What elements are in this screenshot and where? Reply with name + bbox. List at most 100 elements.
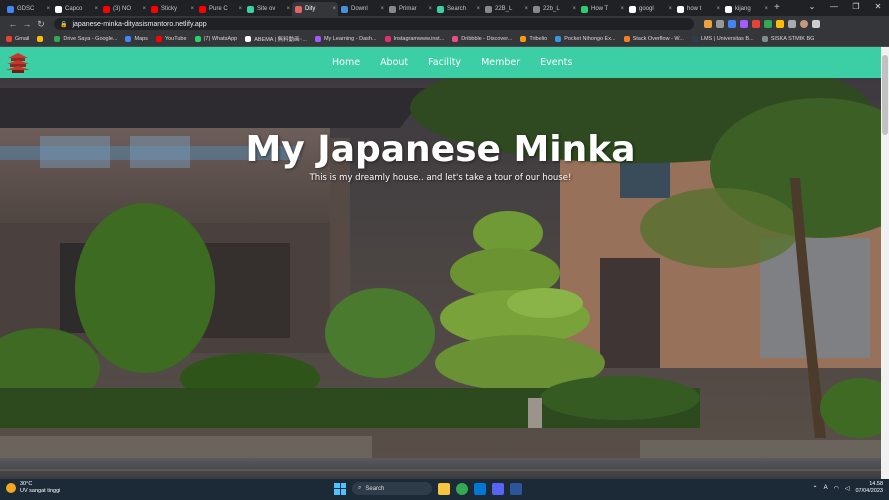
- tab-close-icon[interactable]: ×: [190, 6, 194, 12]
- browser-tab[interactable]: How T ×: [578, 2, 626, 16]
- bookmark-item[interactable]: Gmail: [6, 36, 29, 42]
- chevron-up-icon[interactable]: ⌃: [813, 485, 818, 492]
- file-explorer-icon[interactable]: [438, 482, 450, 495]
- bookmark-item[interactable]: LMS | Universitas B...: [691, 36, 754, 42]
- browser-tab[interactable]: GDSC ×: [4, 2, 52, 16]
- tab-close-icon[interactable]: ×: [572, 6, 576, 12]
- volume-icon[interactable]: ◁: [845, 485, 850, 492]
- bookmark-item[interactable]: Stack Overflow - W...: [623, 36, 684, 42]
- scrollbar-thumb[interactable]: [882, 55, 888, 135]
- vscode-icon[interactable]: [474, 482, 486, 495]
- bookmark-item[interactable]: (7) WhatsApp: [194, 36, 237, 42]
- chevron-down-icon[interactable]: ⌄: [801, 0, 823, 16]
- browser-tab[interactable]: googl ×: [626, 2, 674, 16]
- nav-link-about[interactable]: About: [380, 57, 408, 68]
- bookmark-item[interactable]: Maps: [125, 36, 148, 42]
- tab-close-icon[interactable]: ×: [380, 6, 384, 12]
- minimize-icon[interactable]: —: [823, 0, 845, 16]
- bookmark-item[interactable]: Drive Saya - Google...: [54, 36, 117, 42]
- favicon-icon: [55, 5, 62, 13]
- chrome-icon[interactable]: [456, 482, 468, 495]
- tab-label: googl: [639, 6, 654, 12]
- bookmark-item[interactable]: Tribelio: [520, 36, 547, 42]
- windows-start-icon[interactable]: [334, 482, 346, 495]
- bookmark-item[interactable]: My Learning - Dash...: [314, 36, 377, 42]
- tab-close-icon[interactable]: ×: [476, 6, 480, 12]
- bookmark-item[interactable]: Dribbble - Discover...: [452, 36, 512, 42]
- avatar[interactable]: [800, 20, 808, 28]
- tab-close-icon[interactable]: ×: [716, 6, 720, 12]
- browser-tab[interactable]: Pure C ×: [196, 2, 244, 16]
- nav-link-facility[interactable]: Facility: [428, 57, 461, 68]
- bookmark-label: Maps: [134, 36, 148, 42]
- tab-close-icon[interactable]: ×: [332, 6, 336, 12]
- clock[interactable]: 14.58 07/04/2023: [855, 481, 883, 495]
- wifi-icon[interactable]: ◠: [834, 485, 839, 492]
- language-icon[interactable]: A: [824, 485, 828, 491]
- tab-close-icon[interactable]: ×: [142, 6, 146, 12]
- tab-close-icon[interactable]: ×: [668, 6, 672, 12]
- bookmark-label: Drive Saya - Google...: [63, 36, 118, 42]
- browser-tab[interactable]: Site ov ×: [244, 2, 292, 16]
- tab-close-icon[interactable]: ×: [620, 6, 624, 12]
- browser-tab[interactable]: 22b_L ×: [530, 2, 578, 16]
- browser-tab[interactable]: Downl ×: [338, 2, 386, 16]
- puzzle-icon[interactable]: [788, 20, 796, 28]
- bookmark-item[interactable]: [37, 36, 46, 42]
- browser-tab[interactable]: Capco ×: [52, 2, 100, 16]
- nav-link-home[interactable]: Home: [332, 57, 360, 68]
- search-label: Search: [365, 485, 385, 492]
- bookmark-label: Dribbble - Discover...: [461, 36, 513, 42]
- extension-icon[interactable]: [728, 20, 736, 28]
- browser-tab[interactable]: (3) NO ×: [100, 2, 148, 16]
- favicon-icon: [629, 5, 636, 13]
- reload-icon[interactable]: ↻: [34, 19, 48, 30]
- taskbar-apps: ⌕ Search: [334, 482, 522, 495]
- browser-tab[interactable]: Search ×: [434, 2, 482, 16]
- new-tab-button[interactable]: +: [774, 2, 780, 16]
- menu-icon[interactable]: [812, 20, 820, 28]
- tab-close-icon[interactable]: ×: [524, 6, 528, 12]
- browser-tab[interactable]: how t ×: [674, 2, 722, 16]
- browser-tab[interactable]: Sticky ×: [148, 2, 196, 16]
- discord-icon[interactable]: [492, 482, 504, 495]
- bookmark-item[interactable]: Instagramwww.inst...: [384, 36, 444, 42]
- tab-close-icon[interactable]: ×: [94, 6, 98, 12]
- nav-link-member[interactable]: Member: [481, 57, 520, 68]
- star-icon[interactable]: [716, 20, 724, 28]
- taskbar-search[interactable]: ⌕ Search: [352, 482, 432, 495]
- bookmark-item[interactable]: YouTube: [155, 36, 187, 42]
- favicon-icon: [199, 5, 206, 13]
- tab-label: (3) NO: [113, 6, 131, 12]
- pagoda-logo-icon[interactable]: [6, 52, 30, 73]
- browser-tab[interactable]: kijang ×: [722, 2, 770, 16]
- extension-icon[interactable]: [764, 20, 772, 28]
- tab-close-icon[interactable]: ×: [46, 6, 50, 12]
- tab-close-icon[interactable]: ×: [238, 6, 242, 12]
- maximize-icon[interactable]: ❐: [845, 0, 867, 16]
- tab-close-icon[interactable]: ×: [428, 6, 432, 12]
- extension-icon[interactable]: [740, 20, 748, 28]
- browser-tab[interactable]: 22B_L ×: [482, 2, 530, 16]
- tab-close-icon[interactable]: ×: [286, 6, 290, 12]
- page-scrollbar[interactable]: [881, 47, 889, 479]
- word-icon[interactable]: [510, 482, 522, 495]
- extension-icon[interactable]: [752, 20, 760, 28]
- bookmark-item[interactable]: Pocket Nihongo Ex...: [555, 36, 616, 42]
- weather-widget[interactable]: 30°C UV sangat tinggi: [6, 481, 60, 495]
- back-icon[interactable]: ←: [6, 19, 20, 29]
- browser-tab[interactable]: Dity ×: [292, 2, 338, 16]
- nav-link-events[interactable]: Events: [540, 57, 572, 68]
- close-icon[interactable]: ✕: [867, 0, 889, 16]
- bookmark-item[interactable]: SISKA STMIK BG: [761, 36, 814, 42]
- url-input[interactable]: 🔒 japanese-minka-dityasismantoro.netlify…: [54, 18, 694, 30]
- browser-tab[interactable]: Primar ×: [386, 2, 434, 16]
- bookmark-icon: [194, 36, 201, 42]
- forward-icon[interactable]: →: [20, 19, 34, 29]
- favicon-icon: [437, 5, 444, 13]
- extension-icon[interactable]: [776, 20, 784, 28]
- tab-close-icon[interactable]: ×: [764, 6, 768, 12]
- bookmark-item[interactable]: ABEMA | 無料動画･...: [245, 35, 307, 43]
- tab-label: Search: [447, 6, 467, 12]
- share-icon[interactable]: [704, 20, 712, 28]
